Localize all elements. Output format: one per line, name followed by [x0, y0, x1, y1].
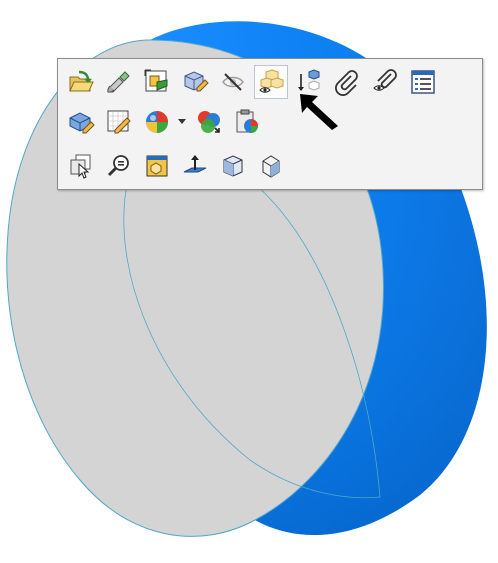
- hide-body-icon: [222, 73, 244, 91]
- appearance-button[interactable]: [140, 105, 174, 139]
- hide-annotation-icon: [373, 69, 397, 91]
- edit-drawing-button[interactable]: [102, 105, 136, 139]
- edit-part-icon: [184, 71, 209, 92]
- properties-button[interactable]: [406, 65, 440, 99]
- section-view-icon: [223, 155, 243, 177]
- paste-appearance-icon: [236, 109, 258, 133]
- hide-body-button[interactable]: [216, 65, 250, 99]
- context-toolbar: [57, 58, 483, 190]
- open-part-button[interactable]: [64, 65, 98, 99]
- copy-appearance-icon: [198, 111, 220, 133]
- edit-body-button[interactable]: [64, 105, 98, 139]
- paste-appearance-button[interactable]: [230, 105, 264, 139]
- select-other-button[interactable]: [64, 149, 98, 183]
- chevron-down-icon: [178, 119, 186, 124]
- view-orientation-icon: [262, 155, 280, 178]
- appearance-dropdown[interactable]: [176, 105, 188, 139]
- show-hidden-bodies-button[interactable]: [254, 65, 288, 99]
- edit-feature-button[interactable]: [102, 65, 136, 99]
- hide-annotation-button[interactable]: [368, 65, 402, 99]
- normal-to-plane-button[interactable]: [178, 149, 212, 183]
- edit-part-button[interactable]: [178, 65, 212, 99]
- appearance-icon: [146, 111, 168, 133]
- normal-to-plane-icon: [183, 155, 207, 173]
- select-other-icon: [70, 154, 91, 179]
- open-part-icon: [69, 70, 94, 92]
- edit-feature-icon: [107, 71, 130, 93]
- show-hidden-bodies-icon: [259, 69, 284, 93]
- edit-sketch-button[interactable]: [140, 65, 174, 99]
- edit-sketch-icon: [144, 69, 168, 92]
- view-orientation-button[interactable]: [254, 149, 288, 183]
- pointer-arrow-icon: [300, 94, 338, 130]
- section-view-button[interactable]: [216, 149, 250, 183]
- normal-to-button[interactable]: [140, 149, 174, 183]
- zoom-to-selection-button[interactable]: [102, 149, 136, 183]
- copy-appearance-button[interactable]: [192, 105, 226, 139]
- normal-to-icon: [146, 155, 168, 177]
- edit-body-icon: [69, 112, 95, 134]
- properties-icon: [411, 70, 435, 94]
- edit-drawing-icon: [107, 110, 131, 134]
- zoom-to-selection-icon: [107, 155, 129, 177]
